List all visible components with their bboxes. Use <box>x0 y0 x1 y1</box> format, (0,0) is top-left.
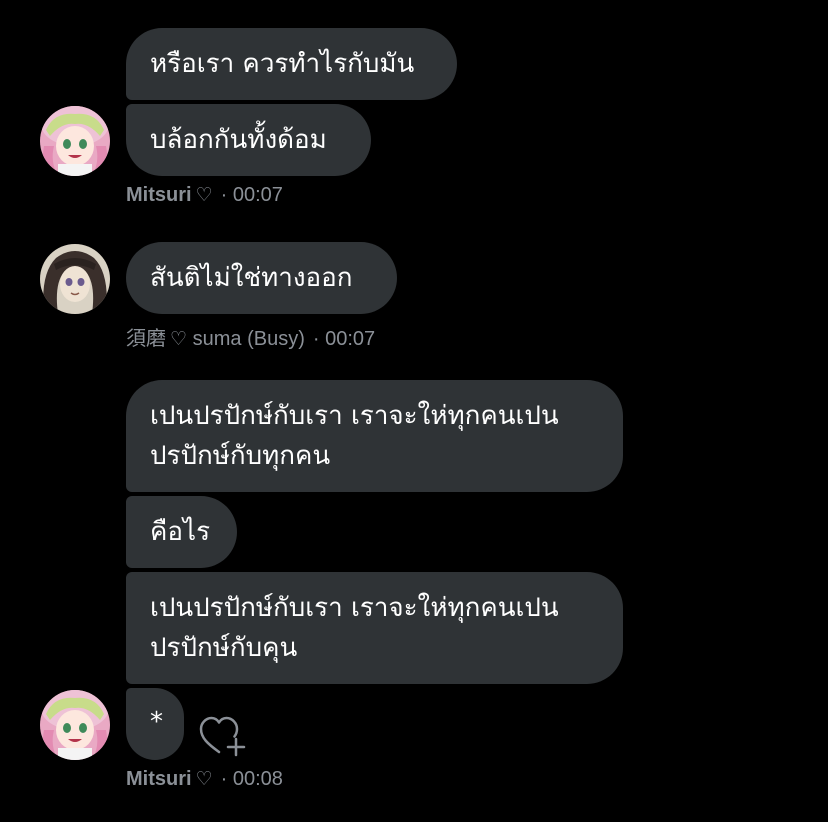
message-bubble[interactable]: เปนปรปักษ์กับเรา เราจะให่ทุกคนเปน ปรปักษ… <box>126 572 623 684</box>
message-text: บล้อกกันทั้งด้อม <box>150 125 327 155</box>
message-text: ปรปักษ์กับทุกคน <box>150 441 331 471</box>
heart-outline-icon: ♡ <box>195 768 213 790</box>
timestamp: · 00:07 <box>312 328 376 350</box>
message-bubble[interactable]: คือไร <box>126 496 237 568</box>
message-bubble[interactable]: หรือเรา ควรทำไรกับมัน <box>126 28 457 100</box>
message-text: เปนปรปักษ์กับเรา เราจะให่ทุกคนเปน <box>150 593 559 623</box>
avatar[interactable] <box>40 244 110 314</box>
avatar[interactable] <box>40 106 110 176</box>
heart-outline-icon: ♡ <box>170 328 188 350</box>
message-meta: Mitsuri ♡ · 00:08 <box>126 768 283 791</box>
message-bubble[interactable]: บล้อกกันทั้งด้อม <box>126 104 371 176</box>
message-meta: Mitsuri ♡ · 00:07 <box>126 184 283 207</box>
timestamp: · 00:07 <box>220 184 283 206</box>
pink-hair-avatar-icon <box>40 106 110 176</box>
message-text: ปรปักษ์กับคุน <box>150 633 298 663</box>
timestamp: · 00:08 <box>220 768 283 790</box>
heart-outline-icon: ♡ <box>195 184 213 206</box>
dark-hair-avatar-icon <box>40 244 110 314</box>
sender-name[interactable]: Mitsuri <box>126 184 192 206</box>
message-text: เปนปรปักษ์กับเรา เราจะให่ทุกคนเปน <box>150 401 559 431</box>
pink-hair-avatar-icon <box>40 690 110 760</box>
message-text: สันติไม่ใช่ทางออก <box>150 263 353 293</box>
sender-status: suma (Busy) <box>192 328 305 350</box>
message-meta: 須磨 ♡ suma (Busy) · 00:07 <box>126 322 375 351</box>
message-bubble[interactable]: * <box>126 688 184 760</box>
sender-name[interactable]: 須磨 <box>126 328 166 350</box>
message-bubble[interactable]: สันติไม่ใช่ทางออก <box>126 242 397 314</box>
message-text: หรือเรา ควรทำไรกับมัน <box>150 49 415 79</box>
avatar[interactable] <box>40 690 110 760</box>
like-reaction-button[interactable] <box>198 714 248 758</box>
sender-name[interactable]: Mitsuri <box>126 768 192 790</box>
message-bubble[interactable]: เปนปรปักษ์กับเรา เราจะให่ทุกคนเปน ปรปักษ… <box>126 380 623 492</box>
heart-plus-icon <box>199 716 246 757</box>
message-text: คือไร <box>150 517 211 547</box>
message-text: * <box>150 707 163 737</box>
